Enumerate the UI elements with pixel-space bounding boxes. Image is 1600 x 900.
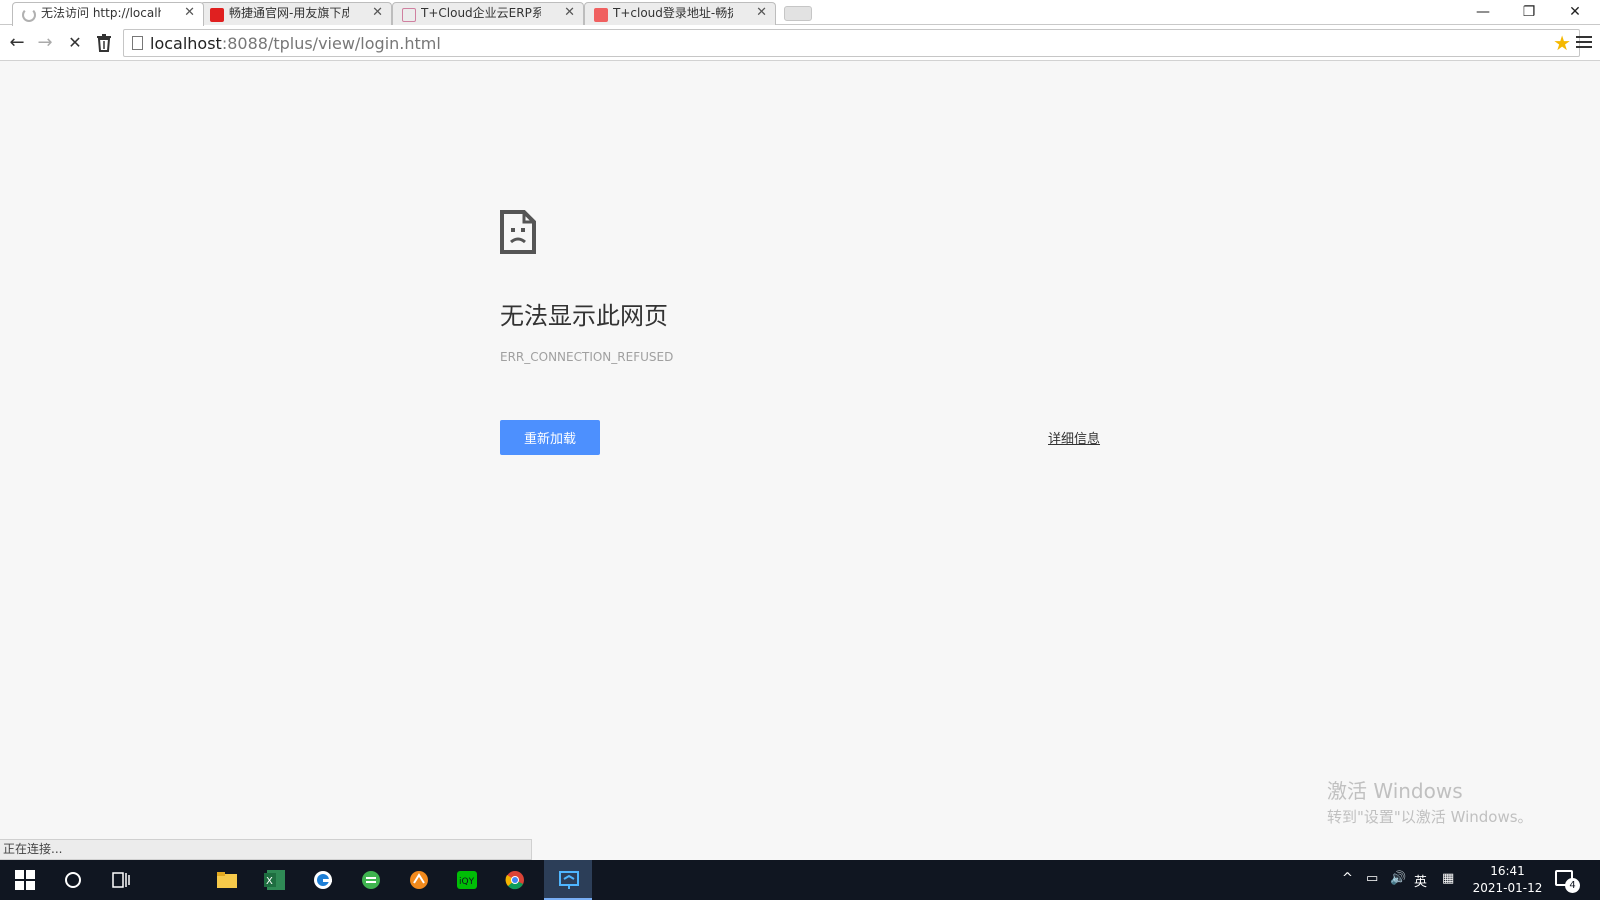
minimize-icon[interactable]: — bbox=[1460, 0, 1506, 25]
tab-close-icon[interactable]: ✕ bbox=[372, 5, 383, 20]
close-window-icon[interactable]: ✕ bbox=[1552, 0, 1598, 25]
tab-active[interactable]: 无法访问 http://localhost:8088/tplus/view/lo… bbox=[12, 2, 204, 26]
edge-icon[interactable] bbox=[298, 860, 346, 900]
restore-icon[interactable]: ❐ bbox=[1506, 0, 1552, 25]
tab-strip: 无法访问 http://localhost:8088/tplus/view/lo… bbox=[0, 0, 1600, 26]
new-tab-button[interactable] bbox=[784, 6, 812, 21]
keyboard-icon[interactable]: ▦ bbox=[1442, 871, 1454, 886]
task-view-icon bbox=[112, 872, 130, 888]
watermark-line2: 转到"设置"以激活 Windows。 bbox=[1327, 808, 1533, 826]
tcloud-favicon-icon bbox=[402, 8, 416, 22]
page-icon bbox=[132, 36, 143, 50]
start-button[interactable] bbox=[0, 860, 48, 900]
tab-tcloud-login[interactable]: T+cloud登录地址-畅捷通 ✕ bbox=[584, 2, 776, 25]
menu-icon[interactable] bbox=[1576, 33, 1592, 53]
details-link[interactable]: 详细信息 bbox=[1048, 428, 1100, 447]
taskbar: X iQY ^ ▭ 🔊 英 ▦ 16:41 2021-01-12 4 bbox=[0, 860, 1600, 900]
tab-title: T+cloud登录地址-畅捷通 bbox=[613, 6, 733, 20]
chrome-icon[interactable] bbox=[490, 860, 538, 900]
windows-activation-watermark: 激活 Windows 转到"设置"以激活 Windows。 bbox=[1327, 775, 1533, 827]
status-bar: 正在连接... bbox=[0, 839, 532, 860]
tab-title: T+Cloud企业云ERP系统 bbox=[421, 6, 541, 20]
tab-close-icon[interactable]: ✕ bbox=[756, 5, 767, 20]
excel-icon[interactable]: X bbox=[250, 860, 298, 900]
search-button[interactable] bbox=[48, 860, 96, 900]
clock[interactable]: 16:41 2021-01-12 bbox=[1465, 863, 1550, 897]
tab-close-icon[interactable]: ✕ bbox=[184, 5, 195, 20]
tab-close-icon[interactable]: ✕ bbox=[564, 5, 575, 20]
remote-desktop-icon[interactable] bbox=[544, 860, 592, 900]
tab-title: 畅捷通官网-用友旗下成员企业 bbox=[229, 6, 349, 20]
watermark-line1: 激活 Windows bbox=[1327, 779, 1463, 803]
url-text[interactable]: localhost:8088/tplus/view/login.html bbox=[150, 34, 441, 53]
tab-tcloud-erp[interactable]: T+Cloud企业云ERP系统 ✕ bbox=[392, 2, 584, 25]
error-code: ERR_CONNECTION_REFUSED bbox=[500, 350, 674, 364]
clock-time: 16:41 bbox=[1490, 864, 1525, 878]
ime-indicator[interactable]: 英 bbox=[1414, 871, 1427, 890]
error-title: 无法显示此网页 bbox=[500, 302, 668, 330]
reload-button[interactable]: 重新加载 bbox=[500, 420, 600, 455]
task-view-button[interactable] bbox=[96, 860, 144, 900]
changjietong-favicon-icon bbox=[210, 8, 224, 22]
file-explorer-icon[interactable] bbox=[202, 860, 250, 900]
tray-chevron-icon[interactable]: ^ bbox=[1342, 871, 1353, 886]
svg-text:iQY: iQY bbox=[459, 877, 475, 887]
address-bar[interactable]: localhost:8088/tplus/view/login.html ★ bbox=[123, 29, 1580, 57]
stop-icon[interactable]: ✕ bbox=[62, 30, 88, 56]
svg-text:X: X bbox=[266, 876, 273, 887]
bookmark-star-icon[interactable]: ★ bbox=[1553, 30, 1571, 56]
browser-toolbar: ← → ✕ localhost:8088/tplus/view/login.ht… bbox=[0, 25, 1600, 61]
volume-icon[interactable]: 🔊 bbox=[1390, 871, 1406, 886]
tcloud-login-favicon-icon bbox=[594, 8, 608, 22]
green-circle-app-icon[interactable] bbox=[346, 860, 394, 900]
url-host: localhost bbox=[150, 34, 222, 53]
tab-title: 无法访问 http://localhost:8088/tplus/view/lo… bbox=[41, 6, 161, 20]
clock-date: 2021-01-12 bbox=[1472, 881, 1543, 895]
loading-spinner-icon bbox=[22, 8, 36, 22]
url-path: :8088/tplus/view/login.html bbox=[221, 34, 441, 53]
notification-count-badge: 4 bbox=[1565, 878, 1580, 893]
tab-changjietong[interactable]: 畅捷通官网-用友旗下成员企业 ✕ bbox=[200, 2, 392, 25]
windows-logo-icon bbox=[15, 870, 35, 890]
forward-icon[interactable]: → bbox=[32, 30, 58, 56]
iqiyi-icon[interactable]: iQY bbox=[442, 860, 490, 900]
back-icon[interactable]: ← bbox=[4, 30, 30, 56]
network-icon[interactable]: ▭ bbox=[1366, 871, 1378, 886]
cortana-circle-icon bbox=[65, 872, 81, 888]
orange-app-icon[interactable] bbox=[394, 860, 442, 900]
sad-page-icon bbox=[500, 210, 536, 254]
trash-icon[interactable] bbox=[91, 30, 117, 56]
